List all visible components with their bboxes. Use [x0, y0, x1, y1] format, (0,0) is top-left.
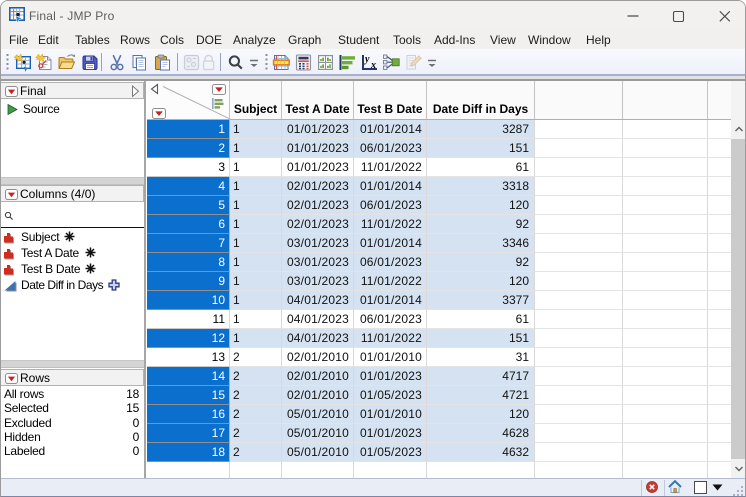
svg-text:y: y	[364, 54, 370, 65]
svg-text:x: x	[370, 60, 376, 71]
